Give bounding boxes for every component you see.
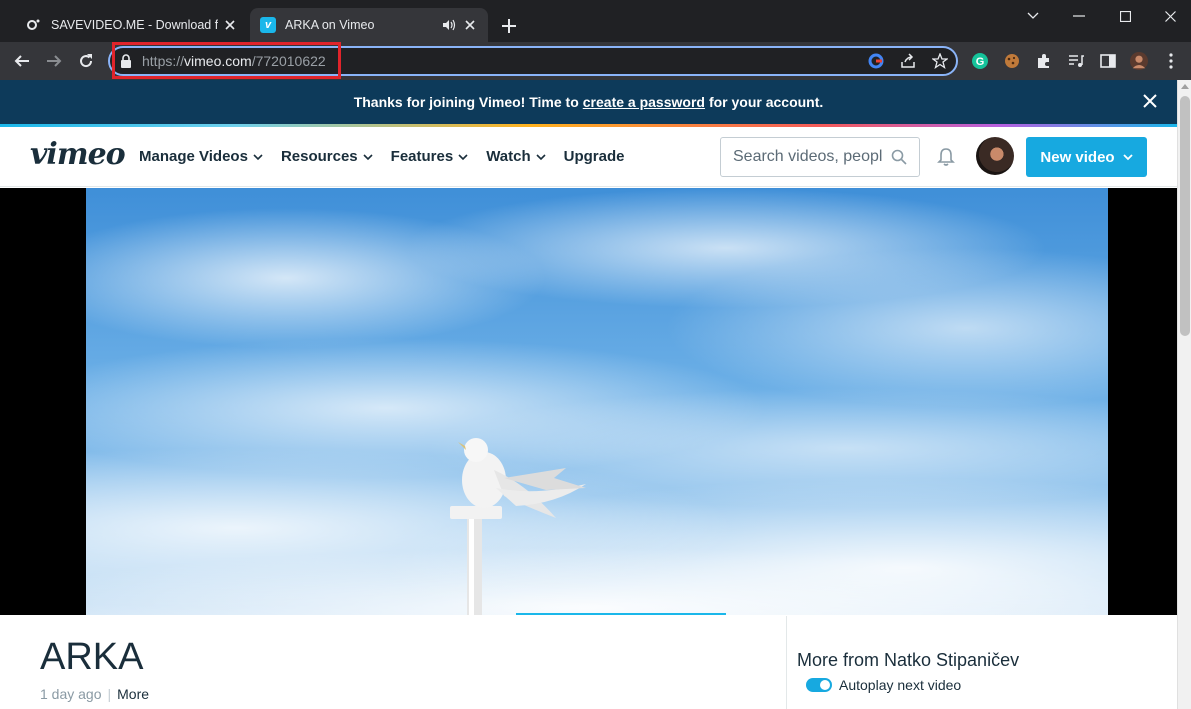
page-scrollbar[interactable]	[1177, 80, 1191, 709]
maximize-icon[interactable]	[1105, 6, 1145, 26]
chrome-menu-icon[interactable]	[1162, 52, 1180, 70]
vimeo-logo[interactable]: vimeo	[30, 137, 126, 172]
menu-label: Upgrade	[563, 148, 625, 165]
sidebar-divider	[786, 616, 787, 709]
menu-upgrade[interactable]: Upgrade	[564, 148, 625, 165]
new-tab-button[interactable]	[499, 16, 519, 36]
video-title: ARKA	[40, 636, 144, 678]
search-input[interactable]	[721, 138, 891, 176]
more-from-heading: More from Natko Stipaničev	[797, 650, 1020, 670]
profile-avatar-icon[interactable]	[1130, 52, 1148, 70]
search-icon[interactable]	[891, 149, 907, 165]
close-banner-icon[interactable]	[1143, 94, 1159, 110]
notification-bell-icon[interactable]	[936, 147, 956, 167]
scrollbar-thumb[interactable]	[1180, 96, 1190, 336]
vimeo-icon: v	[260, 17, 276, 33]
menu-watch[interactable]: Watch	[486, 148, 546, 165]
share-icon[interactable]	[899, 52, 917, 70]
url-highlight-box	[112, 42, 341, 79]
extensions-puzzle-icon[interactable]	[1035, 52, 1053, 70]
media-controls-icon[interactable]	[1067, 52, 1085, 70]
user-avatar[interactable]	[976, 137, 1014, 175]
tab-title: ARKA on Vimeo	[285, 18, 375, 32]
autoplay-toggle[interactable]	[806, 678, 832, 692]
tab-arka-vimeo[interactable]: v ARKA on Vimeo	[250, 8, 488, 42]
menu-features[interactable]: Features	[391, 148, 469, 165]
chevron-down-icon	[253, 153, 263, 160]
video-meta: 1 day ago | More	[40, 686, 149, 702]
search-box	[720, 137, 920, 177]
close-tab-icon[interactable]	[222, 17, 238, 33]
toggle-knob	[820, 680, 830, 690]
forward-arrow-icon[interactable]	[44, 51, 64, 71]
main-menu: Manage Videos Resources Features Watch U…	[139, 148, 642, 165]
meta-separator: |	[107, 686, 112, 702]
menu-manage-videos[interactable]: Manage Videos	[139, 148, 263, 165]
google-lens-icon[interactable]	[867, 52, 885, 70]
menu-label: Watch	[486, 148, 531, 165]
site-header: vimeo Manage Videos Resources Features W…	[0, 127, 1177, 187]
scroll-up-arrow-icon[interactable]	[1181, 84, 1189, 89]
chevron-down-icon	[1122, 154, 1133, 161]
menu-label: Features	[390, 148, 454, 165]
minimize-icon[interactable]	[1059, 6, 1099, 26]
more-link[interactable]: More	[117, 686, 149, 702]
create-password-link[interactable]: create a password	[583, 94, 705, 110]
chevron-down-icon	[458, 153, 468, 160]
banner-text-end: for your account.	[708, 94, 824, 110]
tab-title: SAVEVIDEO.ME - Download from	[51, 18, 218, 32]
menu-resources[interactable]: Resources	[281, 148, 373, 165]
svg-text:G: G	[976, 56, 985, 68]
autoplay-label: Autoplay next video	[839, 677, 962, 693]
side-panel-icon[interactable]	[1099, 52, 1117, 70]
menu-label: Resources	[280, 148, 358, 165]
new-video-button[interactable]: New video	[1026, 137, 1147, 177]
menu-label: Manage Videos	[139, 148, 248, 165]
tab-savevideo[interactable]: SAVEVIDEO.ME - Download from	[16, 8, 248, 42]
tab-search-icon[interactable]	[1013, 6, 1053, 26]
bird-on-post-image	[450, 438, 586, 615]
chevron-down-icon	[363, 153, 373, 160]
browser-tab-bar: SAVEVIDEO.ME - Download from v ARKA on V…	[0, 0, 1191, 42]
upload-date: 1 day ago	[40, 686, 102, 702]
window-close-icon[interactable]	[1150, 6, 1190, 26]
back-arrow-icon[interactable]	[12, 51, 32, 71]
new-video-label: New video	[1040, 148, 1115, 166]
chevron-down-icon	[536, 153, 546, 160]
bookmark-star-icon[interactable]	[931, 52, 949, 70]
cookie-icon[interactable]	[1003, 52, 1021, 70]
grammarly-icon[interactable]: G	[971, 52, 989, 70]
savevideo-icon	[26, 17, 42, 33]
reload-icon[interactable]	[76, 51, 96, 71]
video-progress-bar[interactable]	[516, 613, 726, 615]
close-tab-icon[interactable]	[462, 17, 478, 33]
signup-banner: Thanks for joining Vimeo! Time to create…	[0, 80, 1177, 124]
banner-text: Thanks for joining Vimeo! Time to	[353, 94, 579, 110]
video-frame[interactable]	[86, 188, 1108, 615]
speaker-icon[interactable]	[442, 17, 458, 33]
